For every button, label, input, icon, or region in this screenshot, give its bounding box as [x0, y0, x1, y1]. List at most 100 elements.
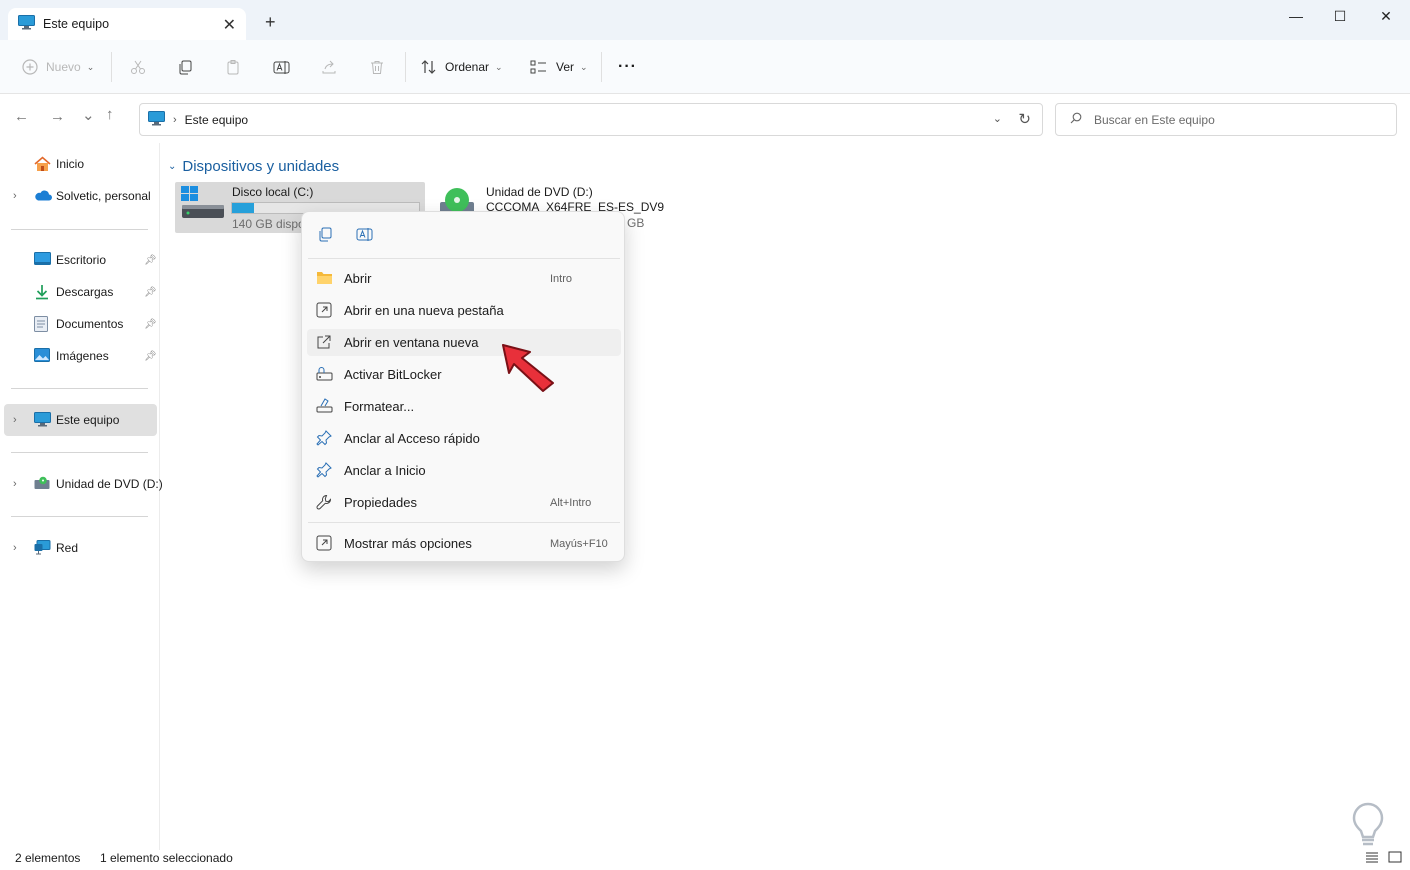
menu-item-shortcut: Intro	[550, 272, 573, 285]
sidebar-item-escritorio[interactable]: Escritorio 📌︎	[4, 244, 157, 276]
menu-item-anclar-acceso-rapido[interactable]: Anclar al Acceso rápido	[307, 425, 621, 452]
more-options-icon	[316, 535, 332, 554]
sidebar-item-label: Inicio	[56, 157, 85, 171]
cut-button[interactable]	[130, 54, 146, 80]
menu-item-label: Anclar al Acceso rápido	[344, 431, 480, 446]
scissors-icon	[130, 59, 146, 75]
computer-icon	[18, 15, 35, 33]
context-menu: Abrir Intro Abrir en una nueva pestaña A…	[301, 211, 625, 562]
copy-button[interactable]	[177, 54, 193, 80]
paste-button[interactable]	[225, 54, 241, 80]
dvd-drive-icon	[34, 476, 50, 493]
pin-icon[interactable]: 📌︎	[144, 319, 157, 330]
pin-icon[interactable]: 📌︎	[144, 351, 157, 362]
chevron-right-icon[interactable]: ›	[13, 190, 17, 202]
share-button[interactable]	[321, 54, 337, 80]
sidebar-item-dvd[interactable]: › Unidad de DVD (D:)	[4, 468, 163, 500]
view-button[interactable]: Ver ⌄	[530, 54, 588, 80]
sidebar-item-label: Este equipo	[56, 413, 120, 427]
breadcrumb-este-equipo[interactable]: Este equipo	[185, 113, 248, 127]
breadcrumb-separator: ›	[173, 113, 177, 126]
toolbar-divider	[601, 52, 602, 82]
sort-button[interactable]: Ordenar ⌄	[420, 54, 503, 80]
sidebar-item-label: Escritorio	[56, 253, 107, 267]
chevron-down-icon: ⌄	[86, 61, 95, 72]
close-window-button[interactable]: ✕	[1363, 8, 1409, 25]
copy-icon[interactable]	[317, 226, 333, 245]
forward-arrow-icon[interactable]: →	[50, 108, 65, 125]
wrench-icon	[316, 494, 332, 513]
sidebar-item-este-equipo[interactable]: › Este equipo	[4, 404, 157, 436]
chevron-right-icon[interactable]: ›	[13, 542, 17, 554]
navigation-pane: Inicio › Solvetic, personal Escritorio 📌…	[0, 143, 163, 850]
pointer-arrow-icon	[500, 342, 558, 395]
sidebar-item-label: Documentos	[56, 317, 124, 331]
new-button-label: Nuevo	[46, 60, 81, 74]
menu-item-label: Propiedades	[344, 495, 417, 510]
toolbar-divider	[111, 52, 112, 82]
status-bar: 2 elementos 1 elemento seleccionado	[0, 850, 1410, 870]
sidebar-divider	[11, 388, 148, 389]
menu-item-abrir-ventana-nueva[interactable]: Abrir en ventana nueva	[307, 329, 621, 356]
windows-drive-icon	[181, 186, 225, 227]
rename-icon[interactable]	[356, 226, 373, 246]
computer-icon	[148, 110, 165, 129]
tab-este-equipo[interactable]: Este equipo ✕	[8, 8, 246, 40]
close-icon[interactable]: ✕	[223, 15, 236, 35]
sidebar-divider	[11, 516, 148, 517]
menu-item-formatear[interactable]: Formatear...	[307, 393, 621, 420]
new-button[interactable]: Nuevo ⌄	[22, 54, 94, 80]
menu-item-anclar-inicio[interactable]: Anclar a Inicio	[307, 457, 621, 484]
new-tab-button[interactable]: +	[265, 12, 276, 33]
sidebar-item-documentos[interactable]: Documentos 📌︎	[4, 308, 157, 340]
sidebar-item-descargas[interactable]: Descargas 📌︎	[4, 276, 157, 308]
tiles-view-icon[interactable]	[1388, 850, 1402, 867]
group-header[interactable]: ⌄ Dispositivos y unidades	[168, 158, 339, 175]
more-options-button[interactable]: ···	[618, 54, 637, 80]
recent-locations-icon[interactable]: ⌄	[82, 106, 95, 124]
drive-d-name: Unidad de DVD (D:)	[486, 185, 593, 199]
sidebar-item-label: Solvetic, personal	[56, 189, 151, 203]
sidebar-item-onedrive[interactable]: › Solvetic, personal	[4, 180, 157, 212]
home-icon	[34, 156, 51, 175]
bitlocker-icon	[316, 366, 333, 384]
refresh-icon[interactable]: ↻	[1018, 110, 1031, 128]
rename-button[interactable]	[273, 54, 290, 80]
menu-item-propiedades[interactable]: Propiedades Alt+Intro	[307, 489, 621, 516]
sidebar-item-inicio[interactable]: Inicio	[4, 148, 157, 180]
sort-icon	[420, 59, 437, 75]
search-input[interactable]: Buscar en Este equipo	[1094, 113, 1215, 127]
chevron-down-icon: ⌄	[168, 161, 177, 172]
search-icon	[1070, 112, 1082, 127]
address-bar[interactable]: › Este equipo ⌄ ↻	[139, 103, 1043, 136]
chevron-down-icon[interactable]: ⌄	[993, 112, 1002, 125]
folder-open-icon	[316, 270, 333, 288]
format-drive-icon	[316, 398, 333, 416]
drive-c-free-space: 140 GB dispo	[232, 217, 302, 231]
menu-item-shortcut: Alt+Intro	[550, 496, 592, 509]
menu-item-abrir[interactable]: Abrir Intro	[307, 265, 621, 292]
menu-item-activar-bitlocker[interactable]: Activar BitLocker	[307, 361, 621, 388]
desktop-icon	[34, 252, 51, 269]
pin-icon[interactable]: 📌︎	[144, 287, 157, 298]
chevron-right-icon[interactable]: ›	[13, 414, 17, 426]
maximize-button[interactable]: ☐	[1317, 8, 1363, 25]
selection-count: 1 elemento seleccionado	[100, 851, 233, 865]
chevron-right-icon[interactable]: ›	[13, 478, 17, 490]
menu-item-abrir-nueva-pestana[interactable]: Abrir en una nueva pestaña	[307, 297, 621, 324]
navigation-row: ← → ⌄ ↑ › Este equipo ⌄ ↻ Buscar en Este…	[0, 95, 1410, 143]
up-arrow-icon[interactable]: ↑	[106, 106, 114, 123]
menu-item-label: Mostrar más opciones	[344, 536, 472, 551]
minimize-button[interactable]: —	[1273, 8, 1319, 24]
menu-item-mostrar-mas-opciones[interactable]: Mostrar más opciones Mayús+F10	[307, 530, 621, 557]
document-icon	[34, 316, 48, 335]
group-title: Dispositivos y unidades	[182, 158, 340, 175]
menu-separator	[308, 258, 620, 259]
search-box[interactable]: Buscar en Este equipo	[1055, 103, 1397, 136]
sidebar-item-imagenes[interactable]: Imágenes 📌︎	[4, 340, 157, 372]
back-arrow-icon[interactable]: ←	[14, 108, 29, 125]
item-count: 2 elementos	[15, 851, 81, 865]
pin-icon[interactable]: 📌︎	[144, 255, 157, 266]
delete-button[interactable]	[369, 54, 385, 80]
sidebar-item-red[interactable]: › Red	[4, 532, 157, 564]
